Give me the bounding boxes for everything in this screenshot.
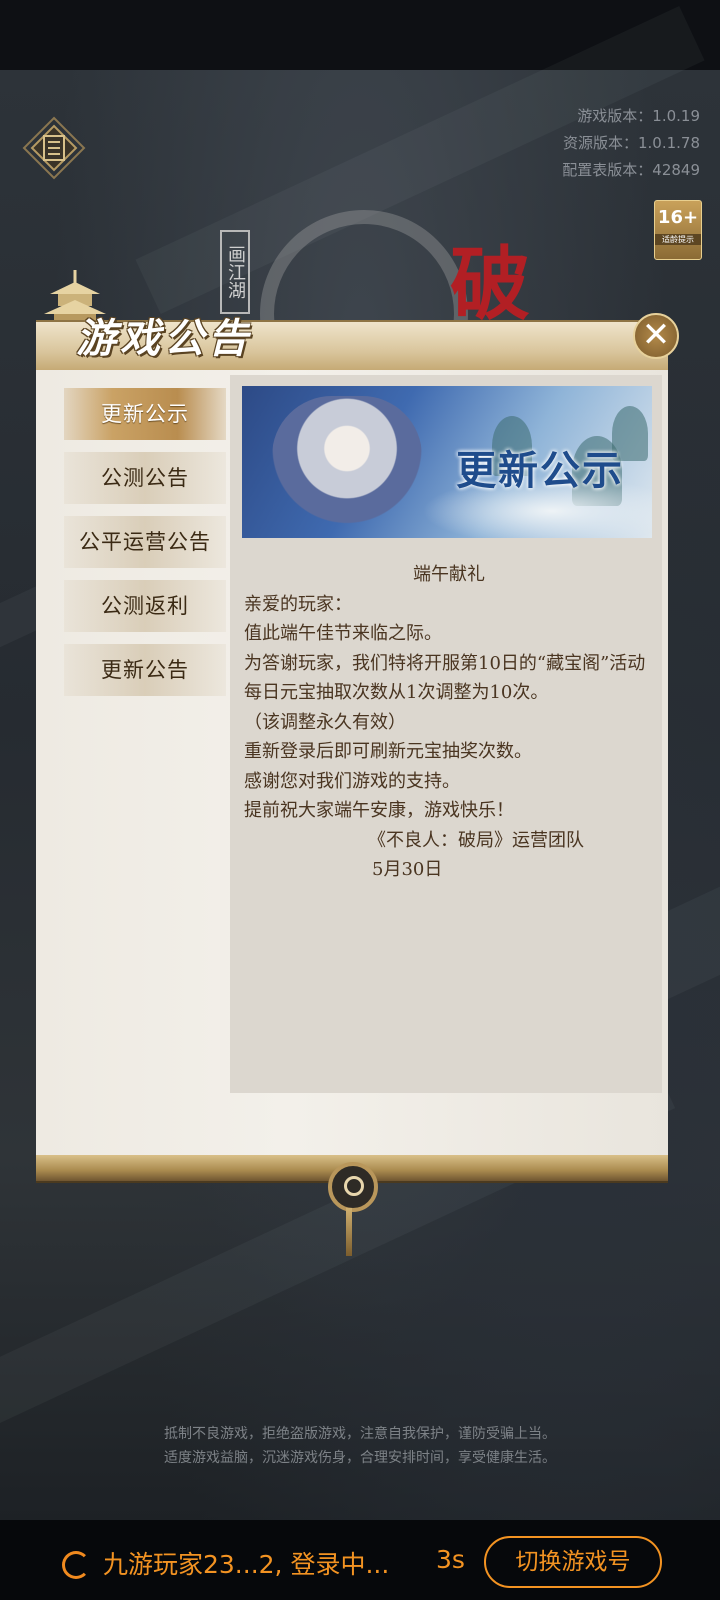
notice-line: 为答谢玩家，我们特将开服第10日的“藏宝阁”活动每日元宝抽取次数从1次调整为10… xyxy=(244,652,646,704)
tab-update-announcement[interactable]: 更新公告 xyxy=(64,644,226,696)
notice-date: 5月30日 xyxy=(372,859,443,880)
notice-line: 值此端午佳节来临之际。 xyxy=(244,623,442,644)
close-button[interactable]: ✕ xyxy=(633,313,679,359)
logo-title-char: 破 xyxy=(450,237,530,331)
banner-character xyxy=(272,396,422,538)
menu-icon xyxy=(22,116,86,180)
age-rating-badge[interactable]: 16+ 适龄提示 xyxy=(654,200,702,260)
notice-text: 端午献礼 亲爱的玩家： 值此端午佳节来临之际。 为答谢玩家，我们特将开服第10日… xyxy=(244,560,654,885)
tab-fair-operation-notice[interactable]: 公平运营公告 xyxy=(64,516,226,568)
resource-version: 资源版本：1.0.1.78 xyxy=(562,134,700,152)
login-countdown: 3s xyxy=(436,1545,465,1574)
menu-button[interactable] xyxy=(22,116,86,180)
loading-spinner-icon xyxy=(62,1551,90,1579)
health-warning: 抵制不良游戏，拒绝盗版游戏，注意自我保护，谨防受骗上当。 适度游戏益脑，沉迷游戏… xyxy=(0,1422,720,1470)
switch-account-button[interactable]: 切换游戏号 xyxy=(484,1536,662,1588)
notice-line: （该调整永久有效） xyxy=(244,711,406,733)
notice-greeting: 亲爱的玩家： xyxy=(244,593,352,615)
logo-seal: 画江湖 xyxy=(220,230,250,314)
tab-update-notice[interactable]: 更新公示 xyxy=(64,388,226,440)
login-status: 九游玩家23...2, 登录中... xyxy=(103,1550,390,1579)
age-rating-tip: 适龄提示 xyxy=(655,234,701,245)
banner-title: 更新公示 xyxy=(456,447,624,494)
tab-public-beta-rebate[interactable]: 公测返利 xyxy=(64,580,226,632)
medallion-icon xyxy=(328,1162,378,1212)
age-rating: 16+ xyxy=(657,207,699,228)
config-version: 配置表版本：42849 xyxy=(562,161,700,179)
notice-line: 提前祝大家端午安康，游戏快乐！ xyxy=(244,800,514,821)
health-warning-line: 抵制不良游戏，拒绝盗版游戏，注意自我保护，谨防受骗上当。 xyxy=(164,1426,556,1442)
close-icon: ✕ xyxy=(641,315,671,355)
panel-title: 游戏公告 xyxy=(76,315,252,362)
notice-line: 重新登录后即可刷新元宝抽奖次数。 xyxy=(244,741,532,762)
medallion-stem xyxy=(346,1208,352,1256)
version-info: 游戏版本：1.0.19 资源版本：1.0.1.78 配置表版本：42849 xyxy=(562,103,700,184)
game-logo: 画江湖 破 xyxy=(220,200,540,418)
notice-line: 感谢您对我们游戏的支持。 xyxy=(244,770,460,792)
tab-public-beta-notice[interactable]: 公测公告 xyxy=(64,452,226,504)
notice-signature: 《不良人：破局》运营团队 xyxy=(368,829,584,851)
health-warning-line: 适度游戏益脑，沉迷游戏伤身，合理安排时间，享受健康生活。 xyxy=(164,1450,556,1466)
notice-heading: 端午献礼 xyxy=(413,564,485,585)
game-version: 游戏版本：1.0.19 xyxy=(577,107,700,125)
